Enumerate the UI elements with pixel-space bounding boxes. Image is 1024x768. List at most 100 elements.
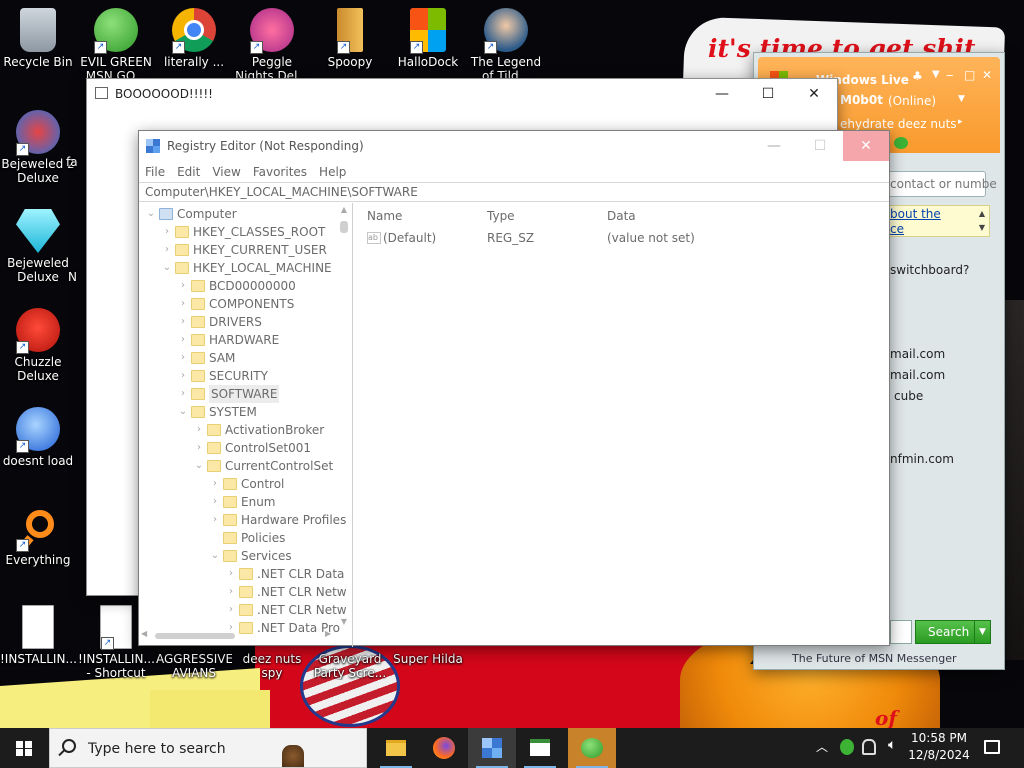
msn-maximize-button[interactable]: □ [964, 68, 975, 82]
column-header-data[interactable]: Data [607, 209, 636, 223]
registry-editor-window[interactable]: Registry Editor (Not Responding) — ☐ ✕ F… [138, 130, 890, 647]
tree-node[interactable]: › .NET CLR Data [139, 565, 344, 583]
chevron-right-icon[interactable]: › [177, 367, 189, 385]
values-pane[interactable]: Name Type Data ab (Default) REG_SZ (valu… [359, 203, 889, 647]
msn-info-scroll[interactable]: ▲ ▼ [976, 207, 988, 235]
taskbar-firefox[interactable] [420, 728, 468, 768]
desktop-icon-hallodock[interactable]: ↗ HalloDock [390, 4, 466, 69]
desktop-icon-evil-green-msn[interactable]: ↗ EVIL GREEN MSN GO... [78, 4, 154, 83]
msn-contact-item[interactable]: nfmin.com [890, 452, 954, 466]
tree-node[interactable]: › DRIVERS [139, 313, 339, 331]
notification-center-icon[interactable] [984, 740, 1000, 754]
minimize-button[interactable]: — [751, 131, 797, 161]
chevron-down-icon[interactable]: ⌄ [193, 457, 205, 475]
scroll-up-icon[interactable]: ▲ [337, 205, 351, 217]
taskbar-clock[interactable]: 10:58 PM 12/8/2024 [906, 730, 972, 764]
chevron-right-icon[interactable]: › [225, 565, 237, 583]
chevron-right-icon[interactable]: › [177, 313, 189, 331]
msn-contact-item[interactable]: cube [894, 389, 923, 403]
msn-user-status[interactable]: (Online) [888, 94, 936, 108]
menu-favorites[interactable]: Favorites [247, 162, 313, 182]
chevron-right-icon[interactable]: › [177, 349, 189, 367]
tree-node[interactable]: › COMPONENTS [139, 295, 339, 313]
desktop-icon-chuzzle[interactable]: ↗ Chuzzle Deluxe [0, 304, 76, 383]
address-bar[interactable]: Computer\HKEY_LOCAL_MACHINE\SOFTWARE [139, 182, 889, 202]
msn-search-contacts-input[interactable]: contact or numbe [886, 171, 997, 197]
chevron-right-icon[interactable]: › [209, 511, 221, 529]
chevron-down-icon[interactable]: ⌄ [177, 403, 189, 421]
desktop-icon-recycle-bin[interactable]: Recycle Bin [0, 4, 76, 69]
chevron-down-icon[interactable]: ⌄ [209, 547, 221, 565]
start-button[interactable] [0, 728, 48, 768]
tree-node[interactable]: ⌄ Services [139, 547, 339, 565]
scroll-down-icon[interactable]: ▼ [337, 617, 351, 629]
desktop-icon-peggle-nights[interactable]: ↗ Peggle Nights Del... [234, 4, 310, 83]
taskbar-regedit[interactable] [468, 728, 516, 768]
show-hidden-icons-icon[interactable]: ︿ [816, 738, 828, 755]
desktop-icon-bejeweled-2[interactable]: ↗ Bejeweled 2 Deluxe [0, 106, 76, 185]
booooood-titlebar[interactable]: BOOOOOOD!!!!! — ☐ ✕ [87, 79, 837, 109]
tree-node[interactable]: › HKEY_CURRENT_USER [139, 241, 339, 259]
desktop-icon-doesnt-load[interactable]: ↗ doesnt load [0, 403, 76, 468]
registry-tree[interactable]: ⌄ Computer › HKEY_CLASSES_ROOT › HKEY_CURRENT… [139, 203, 353, 647]
taskbar-window[interactable] [516, 728, 564, 768]
people-tray-icon[interactable] [862, 739, 876, 755]
scroll-thumb[interactable] [340, 221, 348, 233]
chevron-right-icon[interactable]: › [225, 601, 237, 619]
menu-help[interactable]: Help [313, 162, 352, 182]
chevron-down-icon[interactable]: ⌄ [161, 259, 173, 277]
volume-icon[interactable]: 🔈︎ [888, 737, 896, 753]
chevron-right-icon[interactable]: › [209, 475, 221, 493]
taskbar-file-explorer[interactable] [372, 728, 420, 768]
tree-node[interactable]: › Enum [139, 493, 339, 511]
msn-menu-arrow-icon[interactable]: ▼ [932, 69, 940, 80]
tree-node[interactable]: › ControlSet001 [139, 439, 339, 457]
tree-node[interactable]: › BCD00000000 [139, 277, 339, 295]
tree-node[interactable]: › SECURITY [139, 367, 339, 385]
msn-tray-icon[interactable] [840, 739, 854, 755]
tree-node[interactable]: › Hardware Profiles [139, 511, 346, 529]
msn-personal-message[interactable]: ehydrate deez nuts [840, 117, 957, 131]
tree-node[interactable]: ⌄ SYSTEM [139, 403, 339, 421]
column-header-name[interactable]: Name [367, 209, 402, 223]
desktop-icon-everything[interactable]: ↗ Everything [0, 502, 76, 567]
scroll-thumb[interactable] [155, 633, 235, 639]
tree-node[interactable]: › SAM [139, 349, 339, 367]
chevron-right-icon[interactable]: › [209, 493, 221, 511]
maximize-button[interactable]: ☐ [745, 79, 791, 109]
column-header-type[interactable]: Type [487, 209, 515, 223]
tree-node[interactable]: › SOFTWARE [139, 385, 339, 403]
msn-info-link-2[interactable]: ce [890, 222, 904, 236]
tree-horizontal-scrollbar[interactable]: ◀ ▶ [139, 629, 337, 643]
chevron-right-icon[interactable]: › [177, 331, 189, 349]
tree-node[interactable]: ⌄ CurrentControlSet [139, 457, 339, 475]
chevron-right-icon[interactable]: › [177, 277, 189, 295]
menu-view[interactable]: View [206, 162, 246, 182]
maximize-button[interactable]: ☐ [797, 131, 843, 161]
tree-node[interactable]: Policies [139, 529, 339, 547]
tree-node[interactable]: › HKEY_CLASSES_ROOT [139, 223, 339, 241]
taskbar-msn-messenger[interactable] [568, 728, 616, 768]
msn-contact-item[interactable]: mail.com [890, 368, 945, 382]
msn-info-link[interactable]: bout the [890, 207, 941, 221]
chevron-right-icon[interactable]: › [193, 439, 205, 457]
close-button[interactable]: ✕ [843, 131, 889, 161]
msn-minimize-button[interactable]: ‒ [946, 68, 954, 82]
registry-editor-titlebar[interactable]: Registry Editor (Not Responding) — ☐ ✕ [139, 131, 889, 162]
tree-vertical-scrollbar[interactable]: ▲ ▼ [337, 205, 351, 645]
minimize-button[interactable]: — [699, 79, 745, 109]
tree-node[interactable]: › HARDWARE [139, 331, 339, 349]
chevron-right-icon[interactable]: › [161, 223, 173, 241]
tree-node[interactable]: › Control [139, 475, 339, 493]
taskbar-search-box[interactable]: Type here to search [49, 728, 367, 768]
tree-node[interactable]: ⌄ Computer [139, 205, 339, 223]
msn-user-name[interactable]: M0b0t [840, 93, 883, 107]
msn-close-button[interactable]: ✕ [982, 68, 992, 82]
search-dropdown-icon[interactable]: ▼ [974, 621, 990, 643]
desktop-icon-installing[interactable]: !INSTALLIN... [0, 601, 76, 666]
close-button[interactable]: ✕ [791, 79, 837, 109]
chevron-right-icon[interactable]: › [193, 421, 205, 439]
scroll-left-icon[interactable]: ◀ [141, 629, 147, 638]
msn-buddy-status-icon[interactable]: ♣ [912, 69, 923, 83]
desktop-icon-chrome[interactable]: ↗ literally ... [156, 4, 232, 69]
